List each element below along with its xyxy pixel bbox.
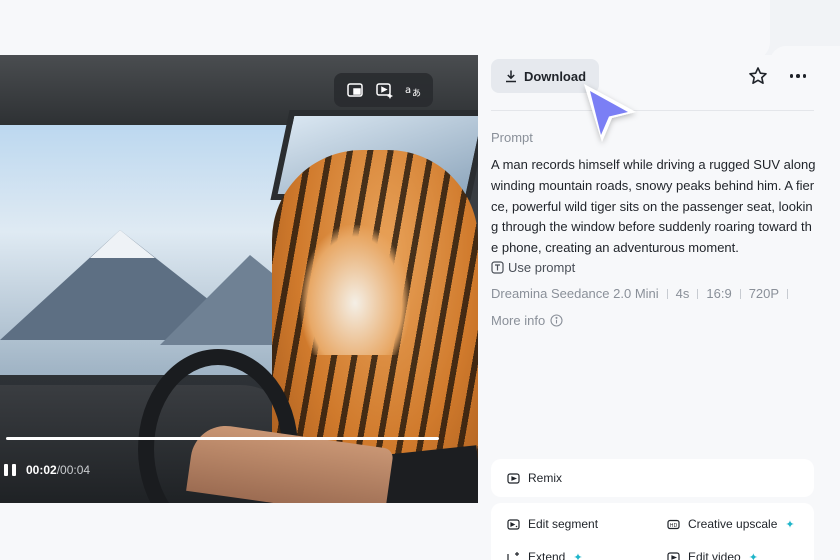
text-prompt-icon [491,261,504,274]
edit-video-icon [667,551,680,560]
creative-upscale-label: Creative upscale [688,517,778,531]
svg-text:あ: あ [412,88,421,99]
prompt-heading: Prompt [491,130,533,145]
hd-upscale-icon: HD [667,519,680,529]
background-card-top [0,0,770,60]
current-time: 00:02 [26,463,57,477]
edit-segment-button[interactable]: Edit segment [507,517,598,531]
remix-icon [507,472,520,484]
creative-upscale-button[interactable]: HD Creative upscale ✦ [667,517,795,531]
remix-label: Remix [528,471,563,485]
use-prompt-button[interactable]: Use prompt [491,260,575,275]
more-info-label: More info [491,313,546,328]
extend-button[interactable]: Extend ✦ [507,550,583,560]
sparkle-icon: ✦ [573,551,583,560]
more-options-icon[interactable] [787,65,809,87]
video-tiger-face [300,225,410,355]
remix-button[interactable]: Remix [507,471,562,485]
edit-segment-icon [507,518,520,530]
generation-meta: Dreamina Seedance 2.0 Mini 4s 16:9 720P [491,286,796,301]
meta-duration: 4s [675,286,690,301]
meta-separator [666,288,668,299]
video-sparkle-icon[interactable] [372,78,396,102]
total-time: 00:04 [60,463,91,477]
translate-icon[interactable]: aあ [401,78,425,102]
meta-resolution: 720P [748,286,780,301]
pause-icon[interactable] [4,464,18,476]
pointer-cursor-icon [584,84,636,142]
video-player[interactable] [0,55,478,503]
more-info-link[interactable]: More info [491,313,563,328]
svg-text:HD: HD [670,522,678,528]
download-icon [505,70,516,83]
edit-video-label: Edit video [688,550,741,560]
download-label: Download [523,68,587,84]
prompt-text: A man records himself while driving a ru… [491,157,816,256]
video-controls: 00:02/00:04 [4,460,90,480]
info-icon [550,314,563,327]
use-prompt-label: Use prompt [508,260,576,275]
extend-label: Extend [528,550,566,560]
picture-in-picture-icon[interactable] [343,78,367,102]
video-snow-peak [90,230,155,258]
edit-segment-label: Edit segment [528,517,599,531]
meta-model: Dreamina Seedance 2.0 Mini [491,286,659,301]
sparkle-icon: ✦ [748,551,758,560]
remix-card: Remix [491,459,814,497]
video-progress-bar[interactable] [6,437,439,440]
edit-video-button[interactable]: Edit video ✦ [667,550,758,560]
star-icon[interactable] [747,65,769,87]
meta-separator [739,288,741,299]
meta-separator [697,288,699,299]
meta-aspect-ratio: 16:9 [706,286,732,301]
sparkle-icon: ✦ [785,518,795,531]
edit-tools-card: Edit segment HD Creative upscale ✦ Exten… [491,503,814,560]
extend-icon [507,551,519,560]
panel-divider [491,110,814,111]
svg-text:a: a [405,85,411,96]
video-toolbar: aあ [334,73,433,107]
meta-separator [787,288,789,299]
